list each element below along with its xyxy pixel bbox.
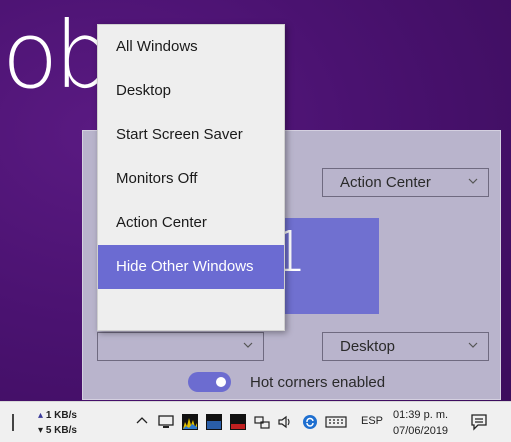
hot-corners-toggle[interactable] <box>188 372 231 392</box>
toggle-knob <box>216 377 226 387</box>
chevron-down-icon <box>243 342 253 348</box>
display-icon[interactable] <box>158 414 174 430</box>
top-right-corner-value: Action Center <box>340 174 431 191</box>
clock-time: 01:39 p. m. <box>393 409 449 421</box>
sync-icon[interactable] <box>302 414 318 430</box>
menu-item-hide-other-windows[interactable]: Hide Other Windows <box>98 245 284 289</box>
menu-item-monitors-off[interactable]: Monitors Off <box>98 157 284 201</box>
net-download-speed: 5 KB/s <box>45 425 77 436</box>
bottom-left-corner-select[interactable] <box>97 332 264 361</box>
keyboard-icon[interactable] <box>325 414 347 430</box>
show-hidden-icons-chevron-icon[interactable] <box>136 415 148 425</box>
notifications-icon[interactable] <box>470 413 488 431</box>
input-language[interactable]: ESP <box>361 415 383 427</box>
network-icon[interactable] <box>254 414 270 430</box>
chevron-down-icon <box>468 178 478 184</box>
network-speed-meter[interactable]: ▴ 1 KB/s ▾ 5 KB/s <box>38 408 77 438</box>
top-right-corner-select[interactable]: Action Center <box>322 168 489 197</box>
menu-item-all-windows[interactable]: All Windows <box>98 25 284 69</box>
chevron-down-icon <box>468 342 478 348</box>
clock[interactable]: 01:39 p. m. 07/06/2019 <box>393 407 448 439</box>
cpu-graph-icon[interactable] <box>182 414 198 430</box>
menu-item-start-screen-saver[interactable]: Start Screen Saver <box>98 113 284 157</box>
memory-meter-icon[interactable] <box>206 414 222 430</box>
bottom-right-corner-select[interactable]: Desktop <box>322 332 489 361</box>
volume-icon[interactable] <box>277 414 293 430</box>
hot-corners-toggle-label: Hot corners enabled <box>250 373 386 391</box>
disk-meter-icon[interactable] <box>230 414 246 430</box>
hot-corners-toggle-row: Hot corners enabled <box>188 372 385 392</box>
wallpaper-text: ob <box>2 2 113 109</box>
taskbar: ▴ 1 KB/s ▾ 5 KB/s ESP 01:39 p. m. 07/06/… <box>0 401 511 442</box>
net-upload-speed: 1 KB/s <box>45 410 77 421</box>
toolbar-grip[interactable] <box>12 414 14 431</box>
clock-date: 07/06/2019 <box>393 425 449 437</box>
menu-item-desktop[interactable]: Desktop <box>98 69 284 113</box>
bottom-right-corner-value: Desktop <box>340 338 396 355</box>
corner-action-menu: All Windows Desktop Start Screen Saver M… <box>97 24 285 331</box>
menu-item-action-center[interactable]: Action Center <box>98 201 284 245</box>
